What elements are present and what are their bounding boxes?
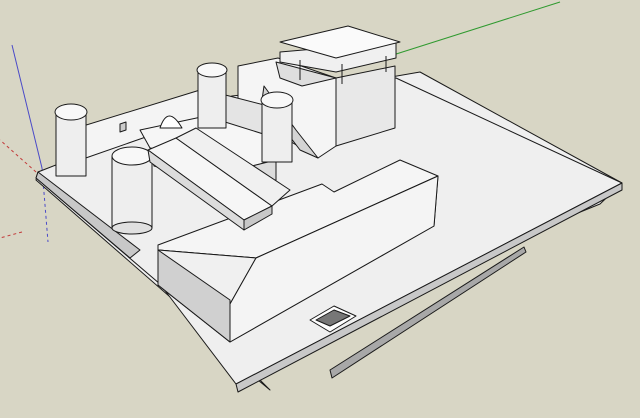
castle-tower-left[interactable] (54, 103, 88, 177)
3d-viewport[interactable] (0, 0, 640, 418)
green-axis (392, 1, 561, 56)
red-axis-back (0, 231, 23, 239)
blue-axis (11, 44, 43, 169)
castle-tower-back[interactable] (196, 62, 228, 129)
castle-tower-front[interactable] (111, 146, 153, 235)
castle-tower-right[interactable] (260, 91, 294, 163)
scene-canvas[interactable] (0, 0, 640, 418)
